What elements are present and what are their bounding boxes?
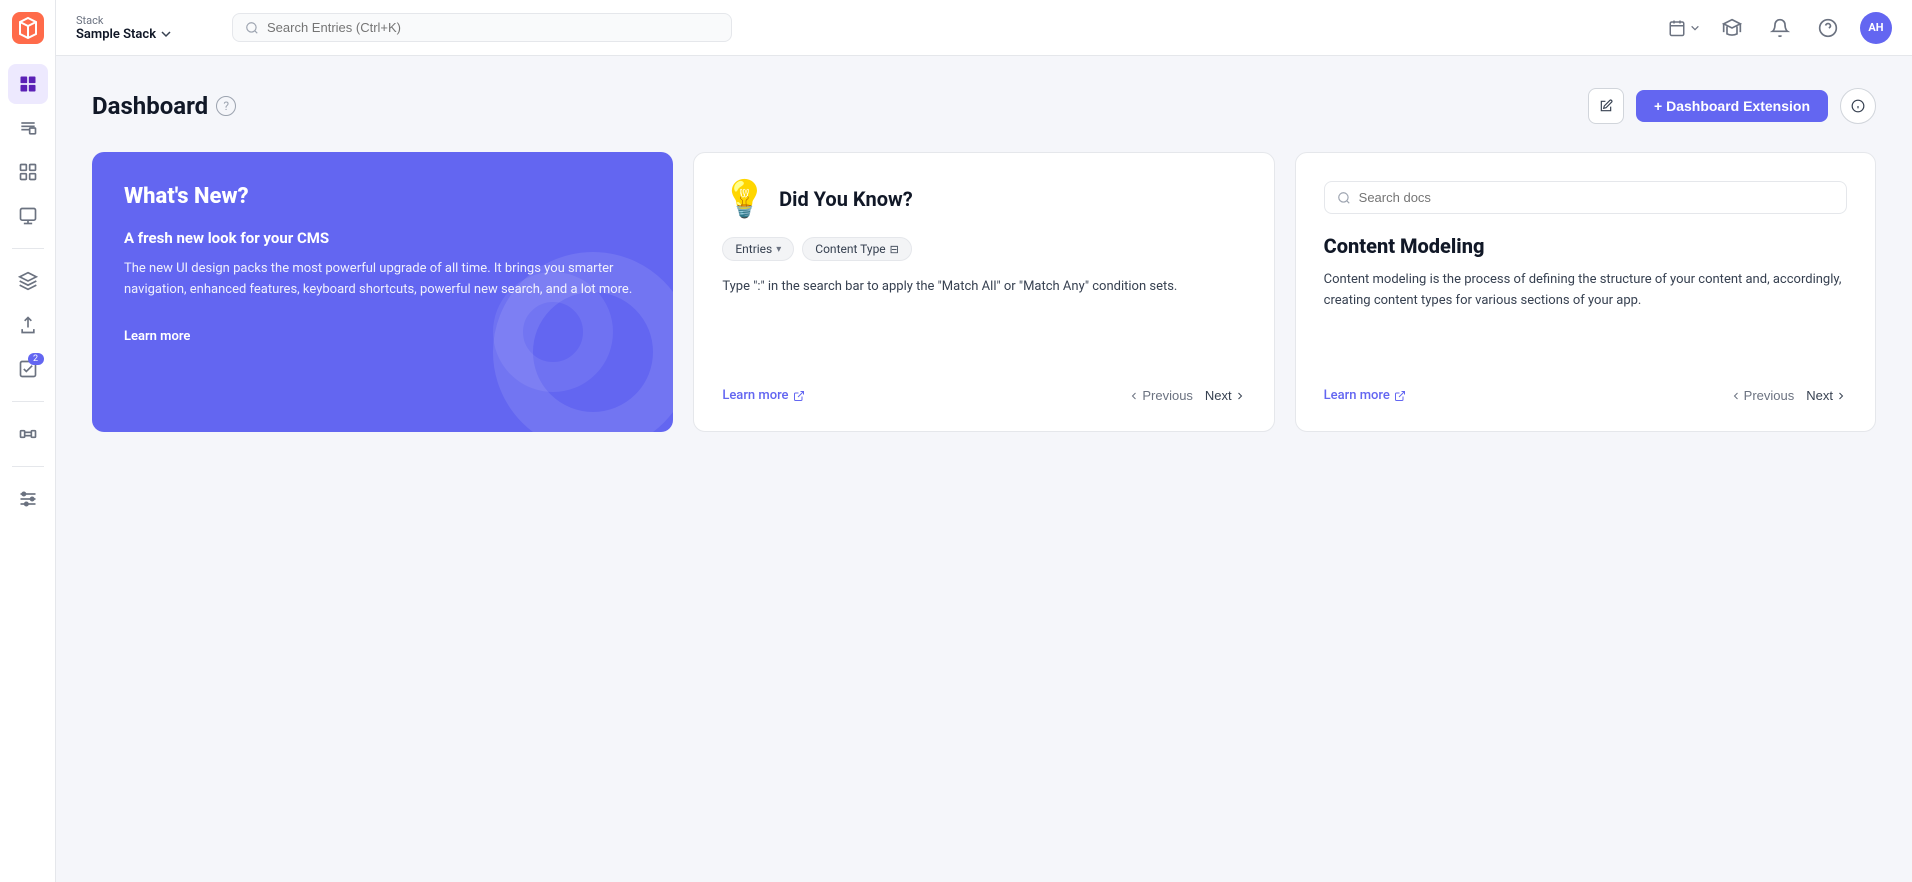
help-icon[interactable] [1812, 12, 1844, 44]
did-you-know-body: Type ":" in the search bar to apply the … [722, 277, 1245, 368]
whats-new-title: What's New? [124, 184, 641, 209]
whats-new-card: What's New? A fresh new look for your CM… [92, 152, 673, 432]
next-button-docs[interactable]: Next [1806, 388, 1847, 403]
sidebar-item-content-model[interactable] [8, 152, 48, 192]
tasks-badge: 2 [28, 353, 44, 365]
sidebar-divider-3 [12, 466, 44, 467]
dashboard-extension-button[interactable]: + Dashboard Extension [1636, 90, 1828, 122]
info-button[interactable] [1840, 88, 1876, 124]
sidebar-divider-1 [12, 248, 44, 249]
sidebar-logo[interactable] [12, 12, 44, 44]
main-area: Stack Sample Stack AH [56, 0, 1912, 882]
sidebar-item-releases[interactable] [8, 305, 48, 345]
did-you-know-tags: Entries ▾ Content Type ⊟ [722, 237, 1245, 261]
page-header: Dashboard ? + Dashboard Extension [92, 88, 1876, 124]
help-circle-icon[interactable]: ? [216, 96, 236, 116]
docs-learn-more[interactable]: Learn more [1324, 388, 1406, 403]
tag-chevron: ▾ [776, 244, 781, 255]
did-you-know-nav: Previous Next [1128, 388, 1245, 403]
docs-title: Content Modeling [1324, 234, 1847, 258]
page-title-area: Dashboard ? [92, 92, 236, 120]
docs-footer: Learn more Previous Next [1324, 388, 1847, 403]
docs-external-link-icon [1394, 390, 1406, 402]
chevron-right-icon [1234, 390, 1246, 402]
search-icon [245, 21, 259, 35]
tag-icon: ⊟ [890, 243, 899, 256]
topbar-actions: AH [1668, 12, 1892, 44]
whats-new-body: The new UI design packs the most powerfu… [124, 259, 641, 301]
docs-search-bar[interactable] [1324, 181, 1847, 214]
sidebar-divider-2 [12, 401, 44, 402]
docs-body: Content modeling is the process of defin… [1324, 270, 1847, 368]
search-input[interactable] [267, 20, 719, 35]
sidebar-item-settings[interactable] [8, 479, 48, 519]
docs-search-input[interactable] [1359, 190, 1834, 205]
dropdown-icon [1690, 23, 1700, 33]
prev-button-docs[interactable]: Previous [1730, 388, 1795, 403]
sidebar-item-tasks[interactable]: 2 [8, 349, 48, 389]
stack-label: Stack [76, 14, 216, 27]
docs-search-icon [1337, 191, 1351, 205]
edit-button[interactable] [1588, 88, 1624, 124]
stack-selector[interactable]: Stack Sample Stack [76, 14, 216, 42]
did-you-know-title: Did You Know? [779, 187, 913, 211]
topbar: Stack Sample Stack AH [56, 0, 1912, 56]
search-bar[interactable] [232, 13, 732, 42]
calendar-icon[interactable] [1668, 19, 1700, 37]
docs-nav: Previous Next [1730, 388, 1847, 403]
dashboard-cards: What's New? A fresh new look for your CM… [92, 152, 1876, 432]
did-you-know-header: 💡 Did You Know? [722, 181, 1245, 217]
external-link-icon [793, 390, 805, 402]
whats-new-learn-more[interactable]: Learn more [124, 329, 190, 344]
did-you-know-footer: Learn more Previous Next [722, 388, 1245, 403]
entries-tag[interactable]: Entries ▾ [722, 237, 794, 261]
page-actions: + Dashboard Extension [1588, 88, 1876, 124]
chevron-down-icon [160, 28, 172, 40]
sidebar-item-layers[interactable] [8, 261, 48, 301]
bulb-icon: 💡 [722, 181, 767, 217]
stack-name[interactable]: Sample Stack [76, 27, 216, 42]
sidebar-item-dashboard[interactable] [8, 64, 48, 104]
content-area: Dashboard ? + Dashboard Extension What's… [56, 56, 1912, 882]
chevron-left-icon-docs [1730, 390, 1742, 402]
did-you-know-card: 💡 Did You Know? Entries ▾ Content Type ⊟… [693, 152, 1274, 432]
info-icon [1851, 99, 1865, 113]
chevron-left-icon [1128, 390, 1140, 402]
next-button-did-you-know[interactable]: Next [1205, 388, 1246, 403]
docs-card: Content Modeling Content modeling is the… [1295, 152, 1876, 432]
sidebar-item-entries[interactable] [8, 108, 48, 148]
sidebar: 2 [0, 0, 56, 882]
page-title: Dashboard [92, 92, 208, 120]
whats-new-subtitle: A fresh new look for your CMS [124, 229, 641, 247]
did-you-know-learn-more[interactable]: Learn more [722, 388, 804, 403]
notifications-icon[interactable] [1764, 12, 1796, 44]
user-avatar[interactable]: AH [1860, 12, 1892, 44]
sidebar-item-assets[interactable] [8, 196, 48, 236]
chevron-right-icon-docs [1835, 390, 1847, 402]
sidebar-item-extensions[interactable] [8, 414, 48, 454]
content-type-tag[interactable]: Content Type ⊟ [802, 237, 912, 261]
prev-button-did-you-know[interactable]: Previous [1128, 388, 1193, 403]
pencil-icon [1599, 99, 1613, 113]
learning-icon[interactable] [1716, 12, 1748, 44]
